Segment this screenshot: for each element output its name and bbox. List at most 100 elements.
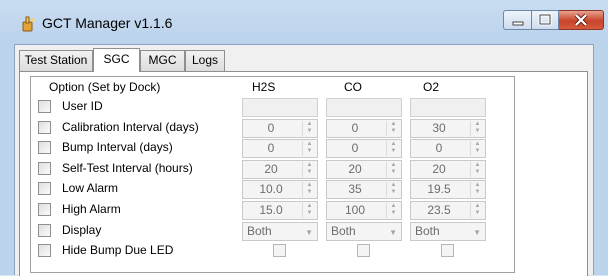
arrow-down-icon[interactable]: ▼ [471,148,484,155]
text-field-o2[interactable] [410,98,486,117]
arrow-up-icon[interactable]: ▲ [387,182,400,189]
spinner-co[interactable]: 20 ▲ ▼ [326,159,402,179]
spinner-buttons[interactable]: ▲ ▼ [470,120,484,136]
arrow-down-icon[interactable]: ▼ [471,169,484,176]
spinner-o2[interactable]: 30 ▲ ▼ [410,118,486,138]
spinner-value: 15.0 [259,203,283,217]
spinner-co[interactable]: 0 ▲ ▼ [326,139,402,159]
spinner-buttons[interactable]: ▲ ▼ [386,141,400,157]
spinner-h2s[interactable]: 0 ▲ ▼ [242,139,318,159]
option-checkbox[interactable] [38,244,51,258]
option-checkbox[interactable] [38,120,51,134]
spinner-buttons[interactable]: ▲ ▼ [302,182,316,198]
option-checkbox[interactable] [38,100,51,113]
hide-bump-led-checkbox-o2[interactable] [441,244,454,258]
option-label: Bump Interval (days) [62,140,173,155]
arrow-up-icon[interactable]: ▲ [471,162,484,169]
arrow-down-icon[interactable]: ▼ [303,169,316,176]
option-checkbox[interactable] [38,203,51,216]
arrow-down-icon[interactable]: ▼ [387,189,400,196]
hide-bump-led-checkbox-co[interactable] [357,244,370,258]
arrow-down-icon[interactable]: ▼ [303,189,316,196]
tab-logs[interactable]: Logs [185,50,225,71]
spinner-value: 0 [351,120,359,135]
arrow-down-icon[interactable]: ▼ [387,210,400,217]
spinner-co[interactable]: 100 ▲ ▼ [326,201,402,220]
close-button[interactable] [559,10,604,30]
spinner-buttons[interactable]: ▲ ▼ [470,182,484,198]
spinner-buttons[interactable]: ▲ ▼ [386,120,400,136]
spinner-value: 20 [348,161,362,176]
arrow-up-icon[interactable]: ▲ [303,182,316,189]
spinner-buttons[interactable]: ▲ ▼ [302,141,316,157]
arrow-up-icon[interactable]: ▲ [303,121,316,128]
spinner-buttons[interactable]: ▲ ▼ [470,203,484,218]
arrow-down-icon[interactable]: ▼ [387,169,400,176]
spinner-buttons[interactable]: ▲ ▼ [470,141,484,157]
arrow-up-icon[interactable]: ▲ [471,141,484,148]
spinner-buttons[interactable]: ▲ ▼ [470,161,484,177]
arrow-down-icon[interactable]: ▼ [471,128,484,135]
spinner-co[interactable]: 0 ▲ ▼ [326,118,402,138]
spinner-o2[interactable]: 20 ▲ ▼ [410,159,486,179]
option-checkbox[interactable] [38,182,51,196]
spinner-o2[interactable]: 23.5 ▲ ▼ [410,201,486,220]
minimize-button[interactable] [503,10,532,30]
spinner-buttons[interactable]: ▲ ▼ [302,120,316,136]
option-checkbox[interactable] [38,141,51,155]
chevron-down-icon[interactable]: ▼ [305,228,313,237]
option-row: High Alarm 15.0 ▲ ▼ 100 ▲ ▼ 23.5 ▲ ▼ [31,200,514,220]
maximize-button[interactable] [532,10,559,30]
arrow-up-icon[interactable]: ▲ [303,203,316,210]
arrow-up-icon[interactable]: ▲ [471,203,484,210]
text-field-h2s[interactable] [242,98,318,117]
arrow-up-icon[interactable]: ▲ [387,162,400,169]
client-area: Test Station SGC MGC Logs Option (Set by… [14,44,594,276]
arrow-up-icon[interactable]: ▲ [387,121,400,128]
hide-bump-led-checkbox-h2s[interactable] [273,244,286,258]
sgc-tab-page: Option (Set by Dock) H2S CO O2 User ID Ca… [19,71,588,276]
tab-sgc[interactable]: SGC [93,48,140,72]
spinner-buttons[interactable]: ▲ ▼ [386,161,400,177]
arrow-down-icon[interactable]: ▼ [387,148,400,155]
chevron-down-icon[interactable]: ▼ [473,228,481,237]
display-select-o2[interactable]: Both ▼ [410,221,486,241]
arrow-up-icon[interactable]: ▲ [471,182,484,189]
spinner-o2[interactable]: 0 ▲ ▼ [410,139,486,159]
text-field-co[interactable] [326,98,402,117]
arrow-up-icon[interactable]: ▲ [303,141,316,148]
option-row: Self-Test Interval (hours) 20 ▲ ▼ 20 ▲ ▼ 20 ▲ ▼ [31,159,514,179]
arrow-up-icon[interactable]: ▲ [387,141,400,148]
spinner-h2s[interactable]: 15.0 ▲ ▼ [242,201,318,220]
spinner-co[interactable]: 35 ▲ ▼ [326,180,402,200]
spinner-o2[interactable]: 19.5 ▲ ▼ [410,180,486,200]
spinner-buttons[interactable]: ▲ ▼ [386,203,400,218]
tab-test-station[interactable]: Test Station [19,50,93,71]
arrow-down-icon[interactable]: ▼ [471,210,484,217]
arrow-up-icon[interactable]: ▲ [471,121,484,128]
spinner-buttons[interactable]: ▲ ▼ [302,161,316,177]
spinner-h2s[interactable]: 20 ▲ ▼ [242,159,318,179]
arrow-down-icon[interactable]: ▼ [303,148,316,155]
display-select-h2s[interactable]: Both ▼ [242,221,318,241]
arrow-down-icon[interactable]: ▼ [303,210,316,217]
option-checkbox[interactable] [38,161,51,175]
spinner-h2s[interactable]: 0 ▲ ▼ [242,118,318,138]
spinner-value: 23.5 [427,203,451,217]
arrow-up-icon[interactable]: ▲ [387,203,400,210]
arrow-down-icon[interactable]: ▼ [303,128,316,135]
display-select-co[interactable]: Both ▼ [326,221,402,241]
spinner-value: 0 [267,141,275,156]
arrow-down-icon[interactable]: ▼ [387,128,400,135]
title-bar[interactable]: GCT Manager v1.1.6 [0,0,608,44]
option-label: High Alarm [62,202,121,216]
spinner-buttons[interactable]: ▲ ▼ [302,203,316,218]
arrow-up-icon[interactable]: ▲ [303,162,316,169]
option-checkbox[interactable] [38,223,51,237]
arrow-down-icon[interactable]: ▼ [471,189,484,196]
spinner-h2s[interactable]: 10.0 ▲ ▼ [242,180,318,200]
tab-mgc[interactable]: MGC [140,50,185,71]
spinner-buttons[interactable]: ▲ ▼ [386,182,400,198]
options-panel: Option (Set by Dock) H2S CO O2 User ID Ca… [30,76,515,273]
chevron-down-icon[interactable]: ▼ [389,228,397,237]
